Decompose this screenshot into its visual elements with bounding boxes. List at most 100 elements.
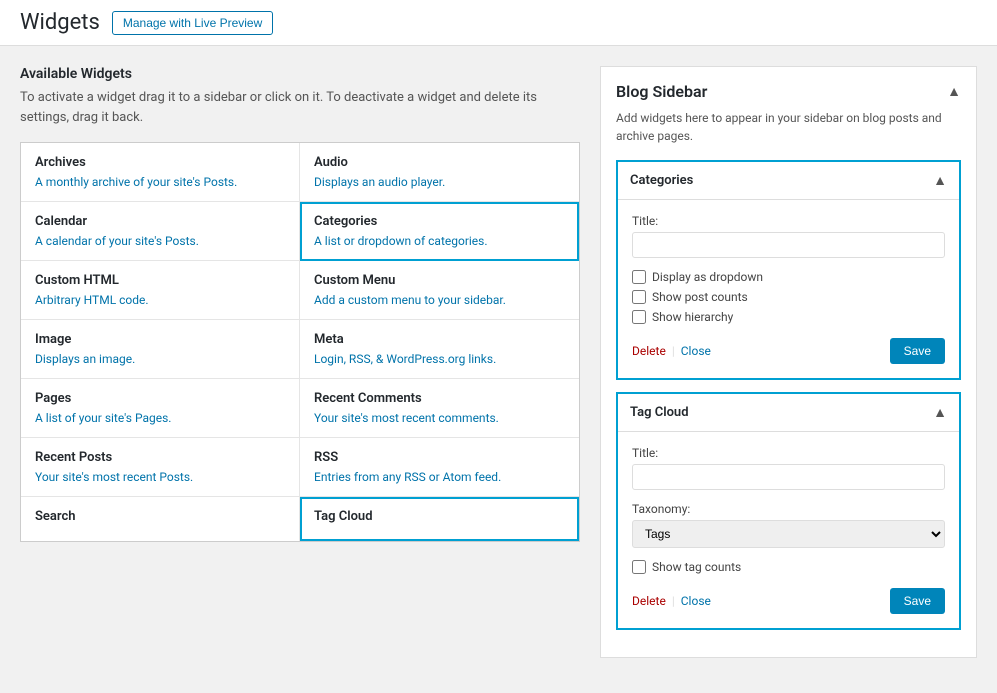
widget-recent-posts-desc: Your site's most recent Posts.	[35, 470, 285, 484]
widget-calendar-desc: A calendar of your site's Posts.	[35, 234, 285, 248]
widget-recent-posts-name: Recent Posts	[35, 450, 285, 465]
tag-cloud-taxonomy-label: Taxonomy:	[632, 502, 945, 516]
tag-cloud-delete-link[interactable]: Delete	[632, 594, 666, 608]
widget-custom-html-desc: Arbitrary HTML code.	[35, 293, 285, 307]
widget-recent-comments[interactable]: Recent Comments Your site's most recent …	[300, 379, 579, 438]
widget-image-desc: Displays an image.	[35, 352, 285, 366]
widget-archives[interactable]: Archives A monthly archive of your site'…	[21, 143, 300, 202]
widget-recent-comments-desc: Your site's most recent comments.	[314, 411, 565, 425]
widget-image-name: Image	[35, 332, 285, 347]
blog-sidebar-box: Blog Sidebar ▲ Add widgets here to appea…	[600, 66, 977, 658]
widget-categories-desc: A list or dropdown of categories.	[314, 234, 565, 248]
blog-sidebar-title-text: Blog Sidebar	[616, 82, 707, 101]
show-tag-counts-row: Show tag counts	[632, 560, 945, 574]
widget-rss[interactable]: RSS Entries from any RSS or Atom feed.	[300, 438, 579, 497]
widget-tag-cloud-name: Tag Cloud	[314, 509, 565, 524]
categories-delete-link[interactable]: Delete	[632, 344, 666, 358]
tag-cloud-delete-close: Delete | Close	[632, 594, 711, 608]
widget-custom-html[interactable]: Custom HTML Arbitrary HTML code.	[21, 261, 300, 320]
show-post-counts-label: Show post counts	[652, 290, 748, 304]
show-post-counts-row: Show post counts	[632, 290, 945, 304]
available-widgets-panel: Available Widgets To activate a widget d…	[20, 66, 580, 673]
widget-meta-name: Meta	[314, 332, 565, 347]
tag-cloud-separator: |	[672, 594, 675, 608]
widget-pages-desc: A list of your site's Pages.	[35, 411, 285, 425]
widget-row: Archives A monthly archive of your site'…	[21, 143, 579, 202]
widget-meta-desc: Login, RSS, & WordPress.org links.	[314, 352, 565, 366]
page-title: Widgets	[20, 10, 100, 35]
widget-calendar[interactable]: Calendar A calendar of your site's Posts…	[21, 202, 300, 261]
live-preview-button[interactable]: Manage with Live Preview	[112, 11, 273, 35]
tag-cloud-title-input[interactable]	[632, 464, 945, 490]
available-widgets-description: To activate a widget drag it to a sideba…	[20, 88, 580, 127]
display-dropdown-row: Display as dropdown	[632, 270, 945, 284]
blog-sidebar-header: Blog Sidebar ▲	[616, 82, 961, 101]
show-post-counts-checkbox[interactable]	[632, 290, 646, 304]
widget-recent-posts[interactable]: Recent Posts Your site's most recent Pos…	[21, 438, 300, 497]
categories-widget-title: Categories	[630, 173, 693, 188]
widget-search[interactable]: Search	[21, 497, 300, 541]
widget-recent-comments-name: Recent Comments	[314, 391, 565, 406]
categories-save-button[interactable]: Save	[890, 338, 945, 364]
categories-widget-expanded: Categories ▲ Title: Display as dropdown …	[616, 160, 961, 380]
categories-title-input[interactable]	[632, 232, 945, 258]
widget-calendar-name: Calendar	[35, 214, 285, 229]
widget-categories[interactable]: Categories A list or dropdown of categor…	[300, 202, 579, 261]
widget-row: Recent Posts Your site's most recent Pos…	[21, 438, 579, 497]
sidebar-panel: Blog Sidebar ▲ Add widgets here to appea…	[600, 66, 977, 673]
tag-cloud-widget-actions: Delete | Close Save	[632, 588, 945, 614]
widget-audio[interactable]: Audio Displays an audio player.	[300, 143, 579, 202]
page-header: Widgets Manage with Live Preview	[0, 0, 997, 46]
widget-row: Image Displays an image. Meta Login, RSS…	[21, 320, 579, 379]
tag-cloud-taxonomy-row: Taxonomy: Tags Categories Post Formats	[632, 502, 945, 548]
widget-rss-desc: Entries from any RSS or Atom feed.	[314, 470, 565, 484]
categories-widget-actions: Delete | Close Save	[632, 338, 945, 364]
widget-search-name: Search	[35, 509, 285, 524]
tag-cloud-widget-header[interactable]: Tag Cloud ▲	[618, 394, 959, 432]
tag-cloud-close-link[interactable]: Close	[681, 594, 711, 608]
display-dropdown-label: Display as dropdown	[652, 270, 763, 284]
show-hierarchy-label: Show hierarchy	[652, 310, 733, 324]
categories-title-row: Title:	[632, 214, 945, 258]
tag-cloud-save-button[interactable]: Save	[890, 588, 945, 614]
available-widgets-heading: Available Widgets	[20, 66, 580, 82]
widget-custom-menu-desc: Add a custom menu to your sidebar.	[314, 293, 565, 307]
widget-row: Search Tag Cloud	[21, 497, 579, 541]
widget-archives-name: Archives	[35, 155, 285, 170]
categories-delete-close: Delete | Close	[632, 344, 711, 358]
widgets-grid: Archives A monthly archive of your site'…	[20, 142, 580, 542]
widget-tag-cloud[interactable]: Tag Cloud	[300, 497, 579, 541]
widget-pages[interactable]: Pages A list of your site's Pages.	[21, 379, 300, 438]
show-hierarchy-row: Show hierarchy	[632, 310, 945, 324]
blog-sidebar-description: Add widgets here to appear in your sideb…	[616, 109, 961, 145]
show-tag-counts-checkbox[interactable]	[632, 560, 646, 574]
categories-title-label: Title:	[632, 214, 945, 228]
widget-image[interactable]: Image Displays an image.	[21, 320, 300, 379]
widget-custom-html-name: Custom HTML	[35, 273, 285, 288]
widget-meta[interactable]: Meta Login, RSS, & WordPress.org links.	[300, 320, 579, 379]
tag-cloud-taxonomy-select[interactable]: Tags Categories Post Formats	[632, 520, 945, 548]
tag-cloud-title-row: Title:	[632, 446, 945, 490]
categories-separator: |	[672, 344, 675, 358]
widget-rss-name: RSS	[314, 450, 565, 465]
show-hierarchy-checkbox[interactable]	[632, 310, 646, 324]
widget-audio-name: Audio	[314, 155, 565, 170]
tag-cloud-widget-expanded: Tag Cloud ▲ Title: Taxonomy: Tags Catego…	[616, 392, 961, 630]
widget-row: Pages A list of your site's Pages. Recen…	[21, 379, 579, 438]
display-dropdown-checkbox[interactable]	[632, 270, 646, 284]
widget-row: Custom HTML Arbitrary HTML code. Custom …	[21, 261, 579, 320]
categories-widget-header[interactable]: Categories ▲	[618, 162, 959, 200]
widget-archives-desc: A monthly archive of your site's Posts.	[35, 175, 285, 189]
blog-sidebar-collapse-icon[interactable]: ▲	[947, 83, 961, 100]
widget-custom-menu-name: Custom Menu	[314, 273, 565, 288]
tag-cloud-widget-title: Tag Cloud	[630, 405, 689, 420]
tag-cloud-collapse-icon[interactable]: ▲	[933, 404, 947, 421]
widget-row: Calendar A calendar of your site's Posts…	[21, 202, 579, 261]
categories-widget-body: Title: Display as dropdown Show post cou…	[618, 200, 959, 378]
widget-custom-menu[interactable]: Custom Menu Add a custom menu to your si…	[300, 261, 579, 320]
widget-audio-desc: Displays an audio player.	[314, 175, 565, 189]
categories-collapse-icon[interactable]: ▲	[933, 172, 947, 189]
widget-pages-name: Pages	[35, 391, 285, 406]
widget-categories-name: Categories	[314, 214, 565, 229]
categories-close-link[interactable]: Close	[681, 344, 711, 358]
